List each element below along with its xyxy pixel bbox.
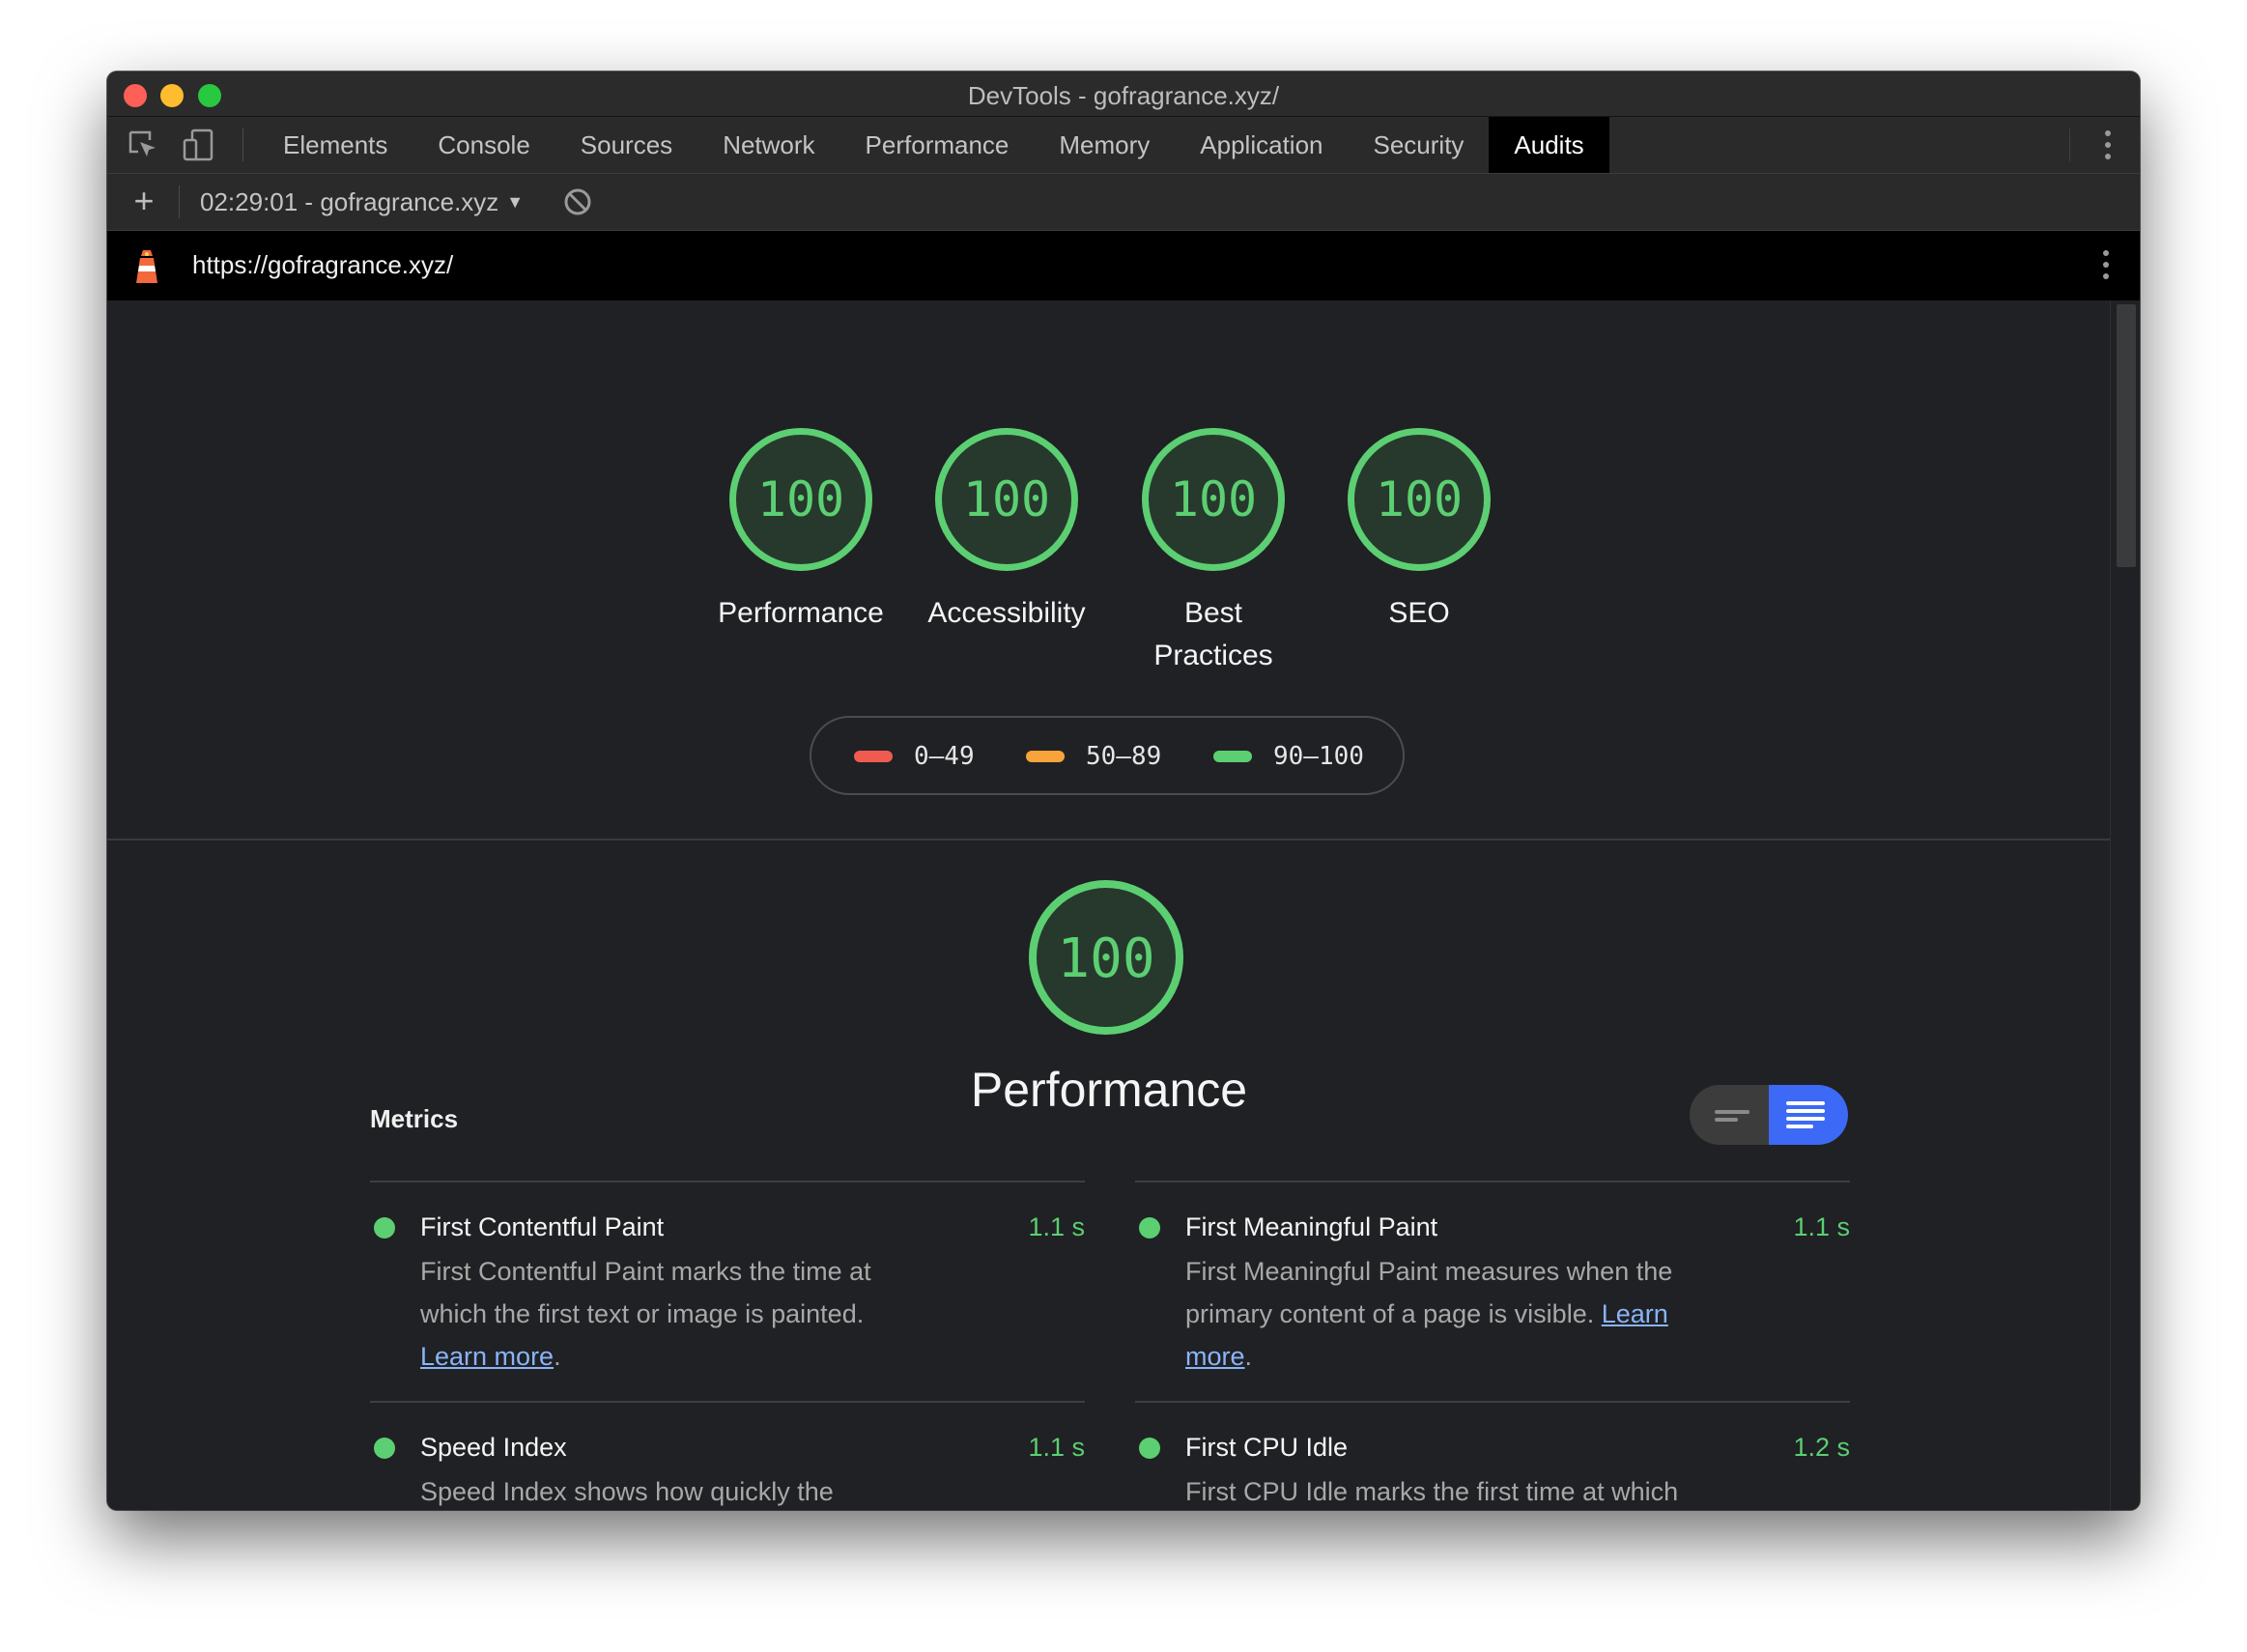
tab-application[interactable]: Application [1175,117,1348,173]
gauge-ring: 100 [935,428,1078,571]
report-content: 100 Performance 100 Accessibility 100 Best Pr… [107,300,2140,1510]
more-vert-icon[interactable] [2103,130,2113,163]
toolbar-divider [242,128,243,161]
metric-name: First Meaningful Paint [1185,1212,1438,1241]
panel-tab-bar: Elements Console Sources Network Performance… [107,117,2140,174]
title-bar: DevTools - gofragrance.xyz/ [107,71,2140,117]
toolbar-divider [2069,128,2070,161]
toolbar-divider [179,185,180,218]
legend-swatch [1026,751,1065,762]
metric-description: First Contentful Paint marks the time at… [420,1250,923,1378]
tab-sources[interactable]: Sources [555,117,697,173]
tab-audits[interactable]: Audits [1489,117,1609,173]
metric-first-meaningful-paint[interactable]: First Meaningful Paint 1.1 s First Meaning… [1135,1181,1850,1401]
metric-value: 1.1 s [1028,1212,1085,1241]
expanded-view-button[interactable] [1769,1085,1848,1145]
tab-network[interactable]: Network [697,117,839,173]
report-url[interactable]: https://gofragrance.xyz/ [192,250,453,280]
tab-memory[interactable]: Memory [1034,117,1175,173]
gauge-ring: 100 [1142,428,1285,571]
pass-indicator-icon [374,1438,395,1459]
gauge-ring: 100 [729,428,872,571]
gauge-label: Best Practices [1153,597,1273,671]
lighthouse-icon [136,250,157,283]
metric-first-cpu-idle[interactable]: First CPU Idle 1.2 s First CPU Idle marks … [1135,1401,1850,1510]
legend-range: 50–89 [1086,742,1162,771]
compact-view-button[interactable] [1690,1085,1769,1145]
legend-range: 90–100 [1273,742,1364,771]
report-select-value: 02:29:01 - gofragrance.xyz [200,187,499,216]
more-vert-icon[interactable] [2101,250,2111,283]
metrics-heading: Metrics [370,1104,459,1133]
tab-console[interactable]: Console [412,117,555,173]
gauge-label: SEO [1388,597,1450,629]
devtools-window: DevTools - gofragrance.xyz/ Elements Cons… [107,71,2140,1510]
performance-gauge: 100 [1029,880,1183,1035]
section-divider [107,839,2111,840]
clear-icon[interactable] [563,187,592,216]
report-select[interactable]: 02:29:01 - gofragrance.xyz ▼ [200,187,524,217]
metrics-view-toggle[interactable] [1690,1085,1848,1145]
metric-description-tail: . [554,1342,561,1371]
learn-more-link[interactable]: Learn more [420,1342,554,1371]
legend-swatch [1213,751,1252,762]
legend-item: 90–100 [1213,742,1364,771]
legend-swatch [854,751,893,762]
legend-item: 0–49 [854,742,975,771]
pass-indicator-icon [1139,1438,1160,1459]
metric-speed-index[interactable]: Speed Index 1.1 s Speed Index shows how qu… [370,1401,1085,1510]
device-toggle-icon[interactable] [183,128,215,161]
caret-down-icon: ▼ [506,192,525,212]
scrollbar[interactable] [2110,300,2140,1510]
metric-description: Speed Index shows how quickly the conten… [420,1470,923,1510]
window-title: DevTools - gofragrance.xyz/ [967,81,1280,110]
score-legend: 0–49 50–89 90–100 [810,716,1405,795]
metric-value: 1.1 s [1793,1212,1850,1241]
gauge-score: 100 [1375,471,1464,527]
metrics-column-right: First Meaningful Paint 1.1 s First Meaning… [1135,1181,1850,1510]
audits-toolbar: + 02:29:01 - gofragrance.xyz ▼ [107,174,2140,231]
gauge-ring: 100 [1348,428,1491,571]
scrollbar-thumb[interactable] [2117,304,2136,567]
pass-indicator-icon [374,1217,395,1239]
gauge-score: 100 [962,471,1051,527]
metric-description-text: First CPU Idle marks the first time at w… [1185,1477,1679,1506]
metric-name: Speed Index [420,1433,567,1462]
panel-tabs: Elements Console Sources Network Performance… [258,117,1609,173]
gauge-score: 100 [1169,471,1258,527]
metric-first-contentful-paint[interactable]: First Contentful Paint 1.1 s First Content… [370,1181,1085,1401]
metric-description-text: Speed Index shows how quickly the conten… [420,1477,834,1506]
performance-score: 100 [1057,927,1155,990]
metric-description-tail: . [1244,1342,1253,1371]
inspect-icon[interactable] [127,128,159,161]
pass-indicator-icon [1139,1217,1160,1239]
metric-name: First Contentful Paint [420,1212,665,1241]
metric-description-text: First Meaningful Paint measures when the… [1185,1257,1673,1328]
legend-range: 0–49 [914,742,975,771]
gauge-seo[interactable]: 100 SEO [1294,428,1545,635]
metric-value: 1.1 s [1028,1433,1085,1462]
metrics-column-left: First Contentful Paint 1.1 s First Content… [370,1181,1085,1510]
tab-security[interactable]: Security [1349,117,1490,173]
metric-description: First Meaningful Paint measures when the… [1185,1250,1688,1378]
gauge-score: 100 [756,471,845,527]
add-icon[interactable]: + [127,184,161,218]
legend-item: 50–89 [1026,742,1161,771]
metric-description: First CPU Idle marks the first time at w… [1185,1470,1688,1510]
tab-elements[interactable]: Elements [258,117,412,173]
metric-description-text: First Contentful Paint marks the time at… [420,1257,871,1328]
report-url-bar: https://gofragrance.xyz/ [107,231,2140,300]
metric-value: 1.2 s [1793,1433,1850,1462]
metric-name: First CPU Idle [1185,1433,1349,1462]
tab-performance[interactable]: Performance [840,117,1035,173]
